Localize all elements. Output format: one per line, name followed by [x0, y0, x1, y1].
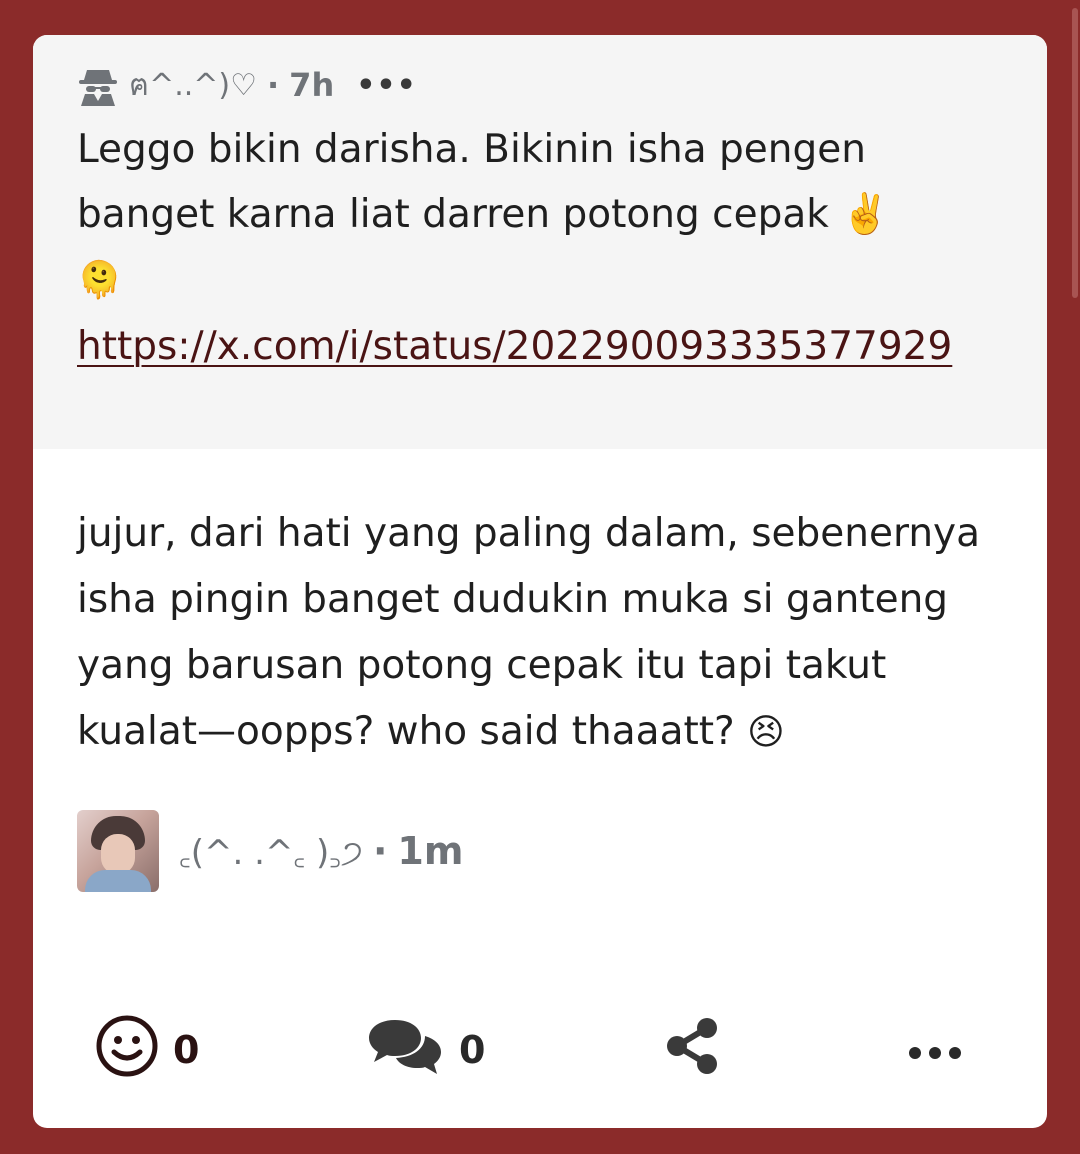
- melting-face-emoji: 🫠: [77, 260, 122, 301]
- scrollbar[interactable]: [1070, 0, 1080, 1154]
- post-text: jujur, dari hati yang paling dalam, sebe…: [77, 511, 981, 754]
- quoted-post-more-icon[interactable]: •••: [356, 68, 417, 103]
- more-options-button[interactable]: [907, 1028, 963, 1072]
- quoted-post-time: 7h: [289, 66, 335, 104]
- avatar-shirt: [85, 870, 151, 892]
- comment-count: 0: [459, 1028, 486, 1072]
- avatar-face: [101, 834, 135, 874]
- comments-icon: [365, 1014, 445, 1087]
- action-bar: 0 0: [33, 1015, 1047, 1085]
- quoted-post-text: Leggo bikin darisha. Bikinin isha pengen…: [77, 117, 1003, 313]
- separator-dot: ·: [267, 66, 280, 104]
- author-row: ꜀(^. .^꜀ )꜆੭ · 1m: [33, 766, 1047, 892]
- share-button[interactable]: [663, 1016, 723, 1085]
- comment-button[interactable]: 0: [365, 1014, 485, 1087]
- post-card: ฅ^..^)♡ · 7h ••• Leggo bikin darisha. Bi…: [33, 35, 1047, 1128]
- smiley-icon: [95, 1014, 159, 1087]
- quoted-post-link[interactable]: https://x.com/i/status/20229009333537792…: [77, 313, 1003, 380]
- quoted-post-body: Leggo bikin darisha. Bikinin isha pengen…: [77, 127, 890, 237]
- share-icon: [663, 1016, 723, 1085]
- author-name[interactable]: ꜀(^. .^꜀ )꜆੭: [179, 828, 363, 874]
- scrollbar-thumb[interactable]: [1072, 8, 1078, 298]
- post-time: 1m: [397, 829, 464, 873]
- quoted-post[interactable]: ฅ^..^)♡ · 7h ••• Leggo bikin darisha. Bi…: [33, 35, 1047, 449]
- avatar[interactable]: [77, 810, 159, 892]
- reaction-button[interactable]: 0: [95, 1014, 199, 1087]
- spy-icon: [77, 64, 119, 106]
- post-body: jujur, dari hati yang paling dalam, sebe…: [33, 449, 1047, 766]
- quoted-post-author[interactable]: ฅ^..^)♡: [129, 62, 257, 109]
- author-meta: ꜀(^. .^꜀ )꜆੭ · 1m: [179, 828, 463, 874]
- ellipsis-icon: [907, 1028, 963, 1072]
- quoted-post-meta: ฅ^..^)♡ · 7h •••: [77, 61, 1003, 109]
- persevering-face-emoji: 😣: [747, 712, 785, 753]
- reaction-count: 0: [173, 1028, 200, 1072]
- separator-dot: ·: [372, 829, 388, 873]
